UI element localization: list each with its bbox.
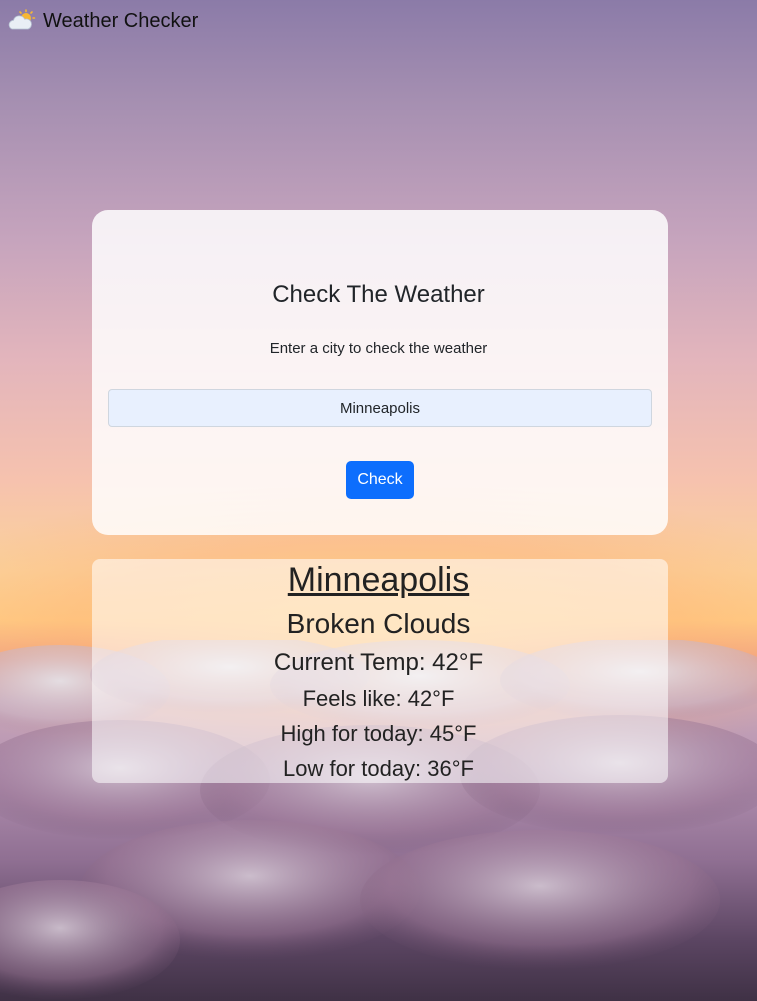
navbar-brand[interactable]: Weather Checker — [7, 9, 198, 33]
cloud-sun-icon — [8, 9, 36, 30]
result-low: Low for today: 36°F — [282, 756, 474, 781]
result-city: Minneapolis — [287, 561, 470, 599]
result-current-temp: Current Temp: 42°F — [273, 649, 484, 676]
city-input[interactable] — [108, 389, 652, 427]
result-description: Broken Clouds — [286, 608, 471, 639]
result-high: High for today: 45°F — [280, 721, 477, 746]
search-heading: Check The Weather — [272, 281, 485, 308]
result-feels-like: Feels like: 42°F — [302, 686, 455, 711]
check-button[interactable]: Check — [346, 461, 414, 499]
search-subtitle: Enter a city to check the weather — [269, 340, 488, 357]
navbar-title: Weather Checker — [43, 9, 199, 32]
